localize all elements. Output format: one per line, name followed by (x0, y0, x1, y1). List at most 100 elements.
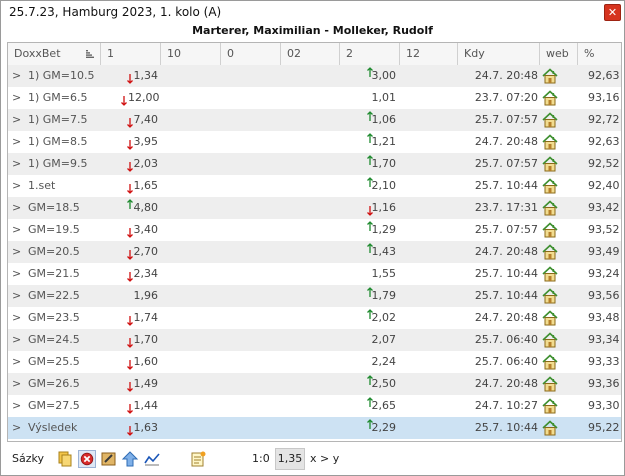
sort-icon[interactable] (86, 50, 94, 58)
expand-chevron-icon[interactable]: > (12, 197, 21, 219)
payout-percent: 93,30 (588, 399, 620, 412)
expand-chevron-icon[interactable]: > (12, 307, 21, 329)
bets-label: Sázky (12, 452, 44, 465)
payout-percent: 92,63 (588, 69, 620, 82)
expand-chevron-icon[interactable]: > (12, 65, 21, 87)
odd-away: 1,70 (371, 157, 397, 170)
table-row[interactable]: > GM=27.5 1,44 2,65 24.7. 10:27 93,30 (8, 395, 621, 417)
web-home-icon[interactable] (542, 332, 558, 348)
table-row[interactable]: > GM=26.5 1,49 2,50 24.7. 20:48 93,36 (8, 373, 621, 395)
column-header-0[interactable]: 0 (221, 43, 281, 65)
table-row[interactable]: > GM=21.5 2,34 1,55 25.7. 10:44 93,24 (8, 263, 621, 285)
odds-value[interactable]: 1,35 (275, 448, 305, 470)
web-home-icon[interactable] (542, 266, 558, 282)
column-header-web[interactable]: web (540, 43, 578, 65)
odd-home: 4,80 (133, 201, 159, 214)
payout-percent: 93,24 (588, 267, 620, 280)
web-home-icon[interactable] (542, 398, 558, 414)
table-row[interactable]: > GM=20.5 2,70 1,43 24.7. 20:48 93,49 (8, 241, 621, 263)
expand-chevron-icon[interactable]: > (12, 219, 21, 241)
note-icon[interactable] (189, 450, 207, 468)
updated-time: 24.7. 20:48 (474, 69, 538, 82)
odd-home: 1,44 (133, 399, 159, 412)
expand-chevron-icon[interactable]: > (12, 373, 21, 395)
web-home-icon[interactable] (542, 354, 558, 370)
expand-chevron-icon[interactable]: > (12, 417, 21, 439)
expand-chevron-icon[interactable]: > (12, 175, 21, 197)
edit-icon[interactable] (100, 450, 118, 468)
web-home-icon[interactable] (542, 178, 558, 194)
updated-time: 25.7. 10:44 (474, 179, 538, 192)
odd-away: 1,43 (371, 245, 397, 258)
updated-time: 23.7. 07:20 (474, 91, 538, 104)
column-header-12[interactable]: 12 (400, 43, 458, 65)
web-home-icon[interactable] (542, 244, 558, 260)
payout-percent: 93,49 (588, 245, 620, 258)
table-row[interactable]: >1) GM=9.5 2,03 1,70 25.7. 07:57 92,52 (8, 153, 621, 175)
updated-time: 25.7. 10:44 (474, 421, 538, 434)
web-home-icon[interactable] (542, 68, 558, 84)
column-header-bookmaker[interactable]: DoxxBet (8, 43, 101, 65)
title-bar: 25.7.23, Hamburg 2023, 1. kolo (A) ✕ (1, 1, 624, 23)
odd-away: 2,02 (371, 311, 397, 324)
payout-percent: 93,36 (588, 377, 620, 390)
table-row[interactable]: > GM=23.5 1,74 2,02 24.7. 20:48 93,48 (8, 307, 621, 329)
column-header-2[interactable]: 2 (340, 43, 400, 65)
updated-time: 24.7. 20:48 (474, 245, 538, 258)
web-home-icon[interactable] (542, 310, 558, 326)
up-arrow-icon[interactable] (121, 450, 139, 468)
table-row[interactable]: > GM=25.5 1,60 2,24 25.7. 06:40 93,33 (8, 351, 621, 373)
payout-percent: 95,22 (588, 421, 620, 434)
expand-chevron-icon[interactable]: > (12, 131, 21, 153)
expand-chevron-icon[interactable]: > (12, 153, 21, 175)
market-name: 1) GM=9.5 (28, 157, 88, 170)
chart-icon[interactable] (143, 450, 161, 468)
expand-chevron-icon[interactable]: > (12, 351, 21, 373)
expand-chevron-icon[interactable]: > (12, 285, 21, 307)
web-home-icon[interactable] (542, 134, 558, 150)
table-row[interactable]: >1) GM=10.5 1,34 3,00 24.7. 20:48 92,63 (8, 65, 621, 87)
delete-icon[interactable] (78, 450, 96, 468)
table-row[interactable]: >1) GM=7.5 7,40 1,06 25.7. 07:57 92,72 (8, 109, 621, 131)
close-button[interactable]: ✕ (604, 4, 621, 21)
web-home-icon[interactable] (542, 222, 558, 238)
table-row[interactable]: >1) GM=8.5 3,95 1,21 24.7. 20:48 92,63 (8, 131, 621, 153)
web-home-icon[interactable] (542, 200, 558, 216)
expand-chevron-icon[interactable]: > (12, 395, 21, 417)
table-row[interactable]: >1.set 1,65 2,10 25.7. 10:44 92,40 (8, 175, 621, 197)
expand-chevron-icon[interactable]: > (12, 109, 21, 131)
payout-percent: 93,42 (588, 201, 620, 214)
web-home-icon[interactable] (542, 112, 558, 128)
odd-home: 12,00 (128, 91, 160, 104)
web-home-icon[interactable] (542, 90, 558, 106)
column-header-1[interactable]: 1 (101, 43, 161, 65)
column-header-02[interactable]: 02 (281, 43, 340, 65)
odd-home: 1,96 (133, 289, 159, 302)
table-row[interactable]: > GM=19.5 3,40 1,29 25.7. 07:57 93,52 (8, 219, 621, 241)
web-home-icon[interactable] (542, 156, 558, 172)
column-header-percent[interactable]: % (578, 43, 621, 65)
table-row[interactable]: >1) GM=6.5 12,00 1,01 23.7. 07:20 93,16 (8, 87, 621, 109)
table-row[interactable]: > Výsledek 1,63 2,29 25.7. 10:44 95,22 (8, 417, 621, 439)
market-name: GM=25.5 (28, 355, 80, 368)
expand-chevron-icon[interactable]: > (12, 263, 21, 285)
odd-away: 3,00 (371, 69, 397, 82)
copy-icon[interactable] (56, 450, 74, 468)
odd-home: 2,03 (133, 157, 159, 170)
expand-chevron-icon[interactable]: > (12, 241, 21, 263)
table-row[interactable]: > GM=18.5 4,80 1,16 23.7. 17:31 93,42 (8, 197, 621, 219)
updated-time: 24.7. 20:48 (474, 311, 538, 324)
column-header-10[interactable]: 10 (161, 43, 221, 65)
web-home-icon[interactable] (542, 420, 558, 436)
table-row[interactable]: > GM=22.5 1,96 1,79 25.7. 10:44 93,56 (8, 285, 621, 307)
odd-home: 1,60 (133, 355, 159, 368)
column-header-kdy[interactable]: Kdy (458, 43, 540, 65)
web-home-icon[interactable] (542, 288, 558, 304)
web-home-icon[interactable] (542, 376, 558, 392)
odd-home: 7,40 (133, 113, 159, 126)
expand-chevron-icon[interactable]: > (12, 329, 21, 351)
odd-away: 2,29 (371, 421, 397, 434)
expand-chevron-icon[interactable]: > (12, 87, 21, 109)
table-row[interactable]: > GM=24.5 1,70 2,07 25.7. 06:40 93,34 (8, 329, 621, 351)
updated-time: 23.7. 17:31 (474, 201, 538, 214)
